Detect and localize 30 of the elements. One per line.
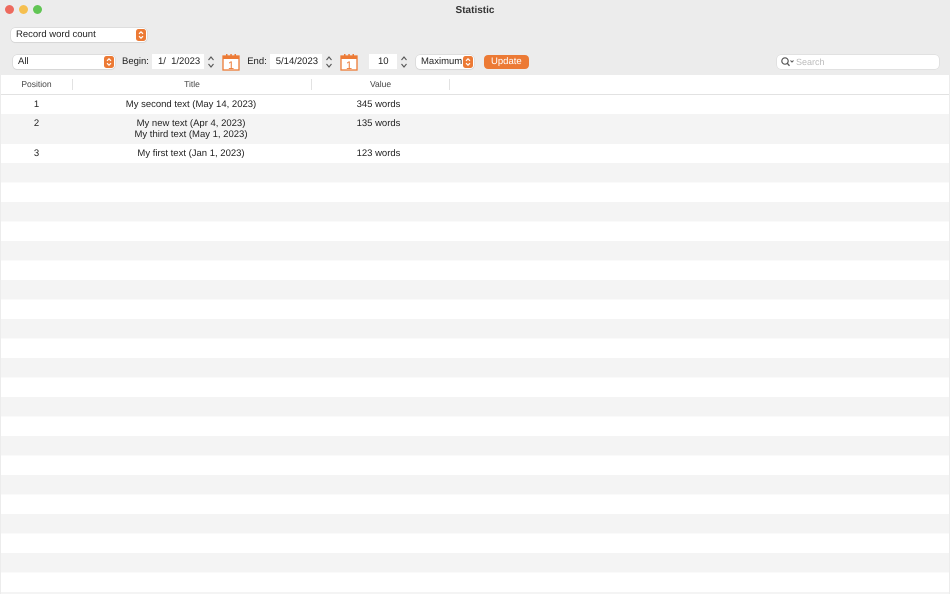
filter-dropdown[interactable]: All <box>13 54 115 68</box>
table-cell-text: 123 words <box>356 148 402 159</box>
dropdown-arrows-icon <box>462 56 473 68</box>
begin-date-field[interactable]: 1/ 1/2023 <box>152 54 204 69</box>
mode-dropdown[interactable]: Maximum <box>416 54 474 68</box>
dropdown-arrows-icon <box>104 56 114 68</box>
column-header[interactable]: Title <box>73 79 312 90</box>
window-title: Statistic <box>456 4 494 16</box>
column-header[interactable]: Position <box>1 79 73 90</box>
table-cell: My first text (Jan 1, 2023) <box>137 148 245 159</box>
table-cell-text: 3 <box>32 148 40 159</box>
dropdown-arrows-icon <box>136 28 146 40</box>
table-cell-text: 1 <box>32 99 40 110</box>
table-cell: My third text (May 1, 2023) <box>134 129 248 140</box>
end-date-stepper[interactable] <box>325 54 334 68</box>
table-cell: My new text (Apr 4, 2023) <box>136 118 246 129</box>
count-stepper[interactable] <box>400 54 408 68</box>
end-label: End: <box>247 56 267 67</box>
search-field[interactable]: Search <box>777 54 939 68</box>
table-cell-text: 135 words <box>356 118 402 131</box>
report-dropdown[interactable]: Record word count <box>11 28 147 42</box>
table-cell-text: 2 <box>32 118 40 131</box>
begin-date-stepper[interactable] <box>207 54 216 68</box>
table-cell: My second text (May 14, 2023) <box>126 99 256 110</box>
count-field[interactable]: 10 <box>369 54 398 69</box>
begin-label: Begin: <box>122 56 149 67</box>
table-cell-text: 345 words <box>356 99 402 110</box>
close-button[interactable] <box>5 5 14 14</box>
column-header[interactable]: Value <box>312 79 450 90</box>
end-date-field[interactable]: 5/14/2023 <box>270 54 322 69</box>
